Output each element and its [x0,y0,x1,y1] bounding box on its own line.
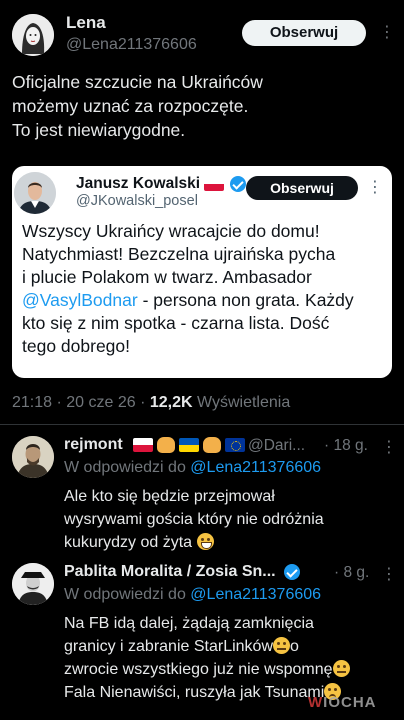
ukraine-flag-icon [178,438,199,452]
more-dots-icon[interactable]: ⋮ [381,437,398,457]
reply-time[interactable]: · 8 g. [334,564,369,582]
reply-text-line: Na FB idą dalej, żądają zamknięcia [64,615,314,632]
quoted-tweet-text: Wszyscy Ukraińcy wracajcie do domu! Naty… [22,220,382,358]
avatar-portrait-icon [12,563,54,605]
mention-link[interactable]: @Lena211376606 [190,459,321,476]
divider [0,424,404,425]
more-dots-icon[interactable]: ⋮ [367,177,384,197]
quoted-author-name[interactable]: Janusz Kowalski [76,175,247,193]
watermark-w: W [308,694,324,711]
avatar-photo-icon [14,172,56,214]
more-dots-icon[interactable]: ⋮ [381,564,398,584]
avatar-sketch-icon [12,14,54,56]
reply-avatar[interactable] [12,436,54,478]
author-name[interactable]: Lena [66,13,106,33]
follow-button[interactable]: Obserwuj [242,20,366,46]
mention-link[interactable]: @Lena211376606 [190,586,321,603]
reply-avatar[interactable] [12,563,54,605]
views-count: 12,2K [149,394,193,411]
reply-author-name[interactable]: rejmont [64,436,247,454]
quoted-author-name-text: Janusz Kowalski [76,175,201,192]
reply-text-line: zwrocie wszystkiego już nie wspomnę [64,658,400,681]
reply-context-prefix: W odpowiedzi do [64,459,191,476]
reply-author-name-text: rejmont [64,436,123,453]
quoted-text-fragment: - persona non grata. Każdy [137,290,354,310]
reply-context: W odpowiedzi do @Lena211376606 [64,586,321,604]
verified-badge-icon [230,176,247,192]
heart-hands-icon [202,437,221,453]
tweet-text-line: Oficjalne szczucie na Ukraińców [12,72,263,92]
quoted-text-line: @VasylBodnar - persona non grata. Każdy [22,289,382,312]
reply-context-prefix: W odpowiedzi do [64,586,191,603]
quoted-text-line: Natychmiast! Bezczelna ujraińska pycha [22,244,336,264]
expressionless-emoji-icon [332,660,350,677]
eu-flag-icon [224,438,245,452]
expressionless-emoji-icon [273,637,290,654]
reply-context: W odpowiedzi do @Lena211376606 [64,459,321,477]
tweet-text-line: możemy uznać za rozpoczęte. [12,96,249,116]
quoted-author-avatar[interactable] [14,172,56,214]
views-label: Wyświetlenia [192,394,291,411]
reply-handle-time: @Dari... [248,437,305,455]
reply-text-fragment: granicy i zabranie StarLinków [64,638,273,655]
more-dots-icon[interactable]: ⋮ [379,22,396,42]
reply-text: Na FB idą dalej, żądają zamknięcia grani… [64,612,400,704]
reply-text-line: wysrywami gościa który nie odróżnia [64,511,324,528]
reply-text-fragment: kukurydzy od żyta [64,534,193,551]
author-avatar[interactable] [12,14,54,56]
quoted-text-line: tego dobrego! [22,336,131,356]
grinning-sweat-emoji-icon [196,533,214,550]
poland-flag-icon [204,177,225,191]
reply-text-line: Ale kto się będzie przejmował [64,488,275,505]
quoted-author-handle[interactable]: @JKowalski_posel [76,193,198,209]
quoted-text-line: Wszyscy Ukraińcy wracajcie do domu! [22,221,320,241]
quoted-follow-button[interactable]: Obserwuj [246,176,358,200]
verified-badge-icon [283,564,300,580]
tweet-meta: 21:18 · 20 cze 26 · 12,2K Wyświetlenia [12,394,290,412]
watermark-text: IOCHA [323,694,377,711]
handshake-icon [156,437,175,453]
reply-text-line: kukurydzy od żyta [64,531,394,554]
mention-link[interactable]: @VasylBodnar [22,290,138,310]
avatar-portrait-icon [12,436,54,478]
reply-text-fragment: Fala Nienawiści, ruszyła jak Tsunami [64,684,325,701]
watermark: WIOCHA [308,694,377,711]
reply-text: Ale kto się będzie przejmował wysrywami … [64,485,394,554]
quoted-text-line: kto się z nim spotka - czarna lista. Doś… [22,313,330,333]
poland-flag-icon [132,438,153,452]
tweet-timestamp[interactable]: 21:18 · 20 cze 26 · [12,394,150,411]
tweet-text: Oficjalne szczucie na Ukraińców możemy u… [12,70,392,142]
tweet-text-line: To jest niewiarygodne. [12,120,186,140]
reply-author-name[interactable]: Pablita Moralita / Zosia Sn... [64,563,300,581]
reply-author-name-text: Pablita Moralita / Zosia Sn... [64,563,276,580]
reply-time[interactable]: · 18 g. [324,437,368,455]
author-handle[interactable]: @Lena211376606 [66,36,197,54]
reply-text-line: granicy i zabranie StarLinków o [64,635,400,658]
reply-author-handle[interactable]: @Dari... [248,437,305,454]
reply-text-fragment: o [290,638,299,655]
reply-text-fragment: zwrocie wszystkiego już nie wspomnę [64,661,333,678]
quoted-text-line: i plucie Polakom w twarz. Ambasador [22,267,312,287]
